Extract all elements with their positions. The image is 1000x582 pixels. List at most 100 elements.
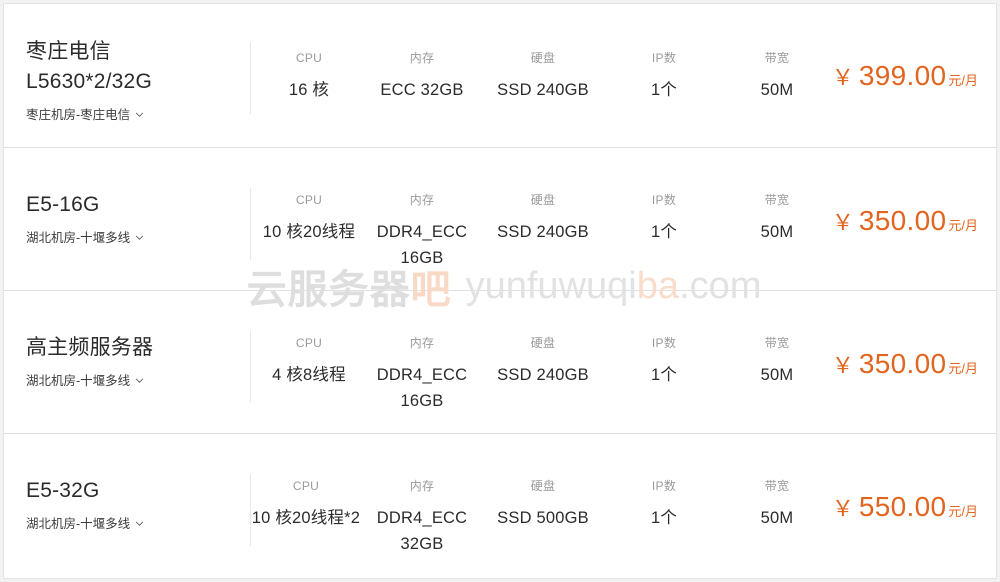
page-background: 枣庄电信 L5630*2/32G 枣庄机房-枣庄电信 CPU 16 核 内存 E… [0, 0, 1000, 582]
spec-ip: IP数 1个 [624, 50, 704, 103]
price-amount: 399.00 [858, 60, 947, 91]
spec-disk: 硬盘 SSD 240GB [473, 192, 613, 245]
region-label: 湖北机房-十堰多线 [26, 374, 131, 388]
spec-cpu-label: CPU [295, 336, 323, 350]
region-label: 枣庄机房-枣庄电信 [26, 108, 131, 122]
price-unit: 元/月 [948, 361, 978, 376]
region-selector[interactable]: 湖北机房-十堰多线 [26, 515, 144, 533]
spec-ip-value: 1个 [650, 223, 678, 241]
spec-bandwidth: 带宽 50M [732, 50, 822, 103]
plan-title-line2: L5630*2/32G [26, 70, 152, 93]
spec-ip: IP数 1个 [624, 335, 704, 388]
chevron-down-icon [135, 519, 144, 528]
price-amount: 550.00 [858, 491, 947, 522]
spec-memory: 内存 DDR4_ECC 16GB [362, 335, 482, 414]
price-unit: 元/月 [948, 504, 978, 519]
plan-title-line1: 高主频服务器 [26, 336, 154, 359]
spec-memory-value: ECC 32GB [380, 81, 464, 99]
chevron-down-icon [135, 233, 144, 242]
spec-bandwidth-label: 带宽 [764, 193, 790, 207]
spec-disk-label: 硬盘 [530, 336, 556, 350]
spec-memory-label: 内存 [409, 51, 435, 65]
price-amount: 350.00 [858, 348, 947, 379]
spec-bandwidth: 带宽 50M [732, 478, 822, 531]
spec-ip-value: 1个 [650, 509, 678, 527]
spec-cpu-value: 16 核 [288, 81, 330, 99]
spec-disk-value: SSD 240GB [497, 223, 589, 241]
currency-symbol: ￥ [831, 65, 854, 90]
spec-cpu-label: CPU [295, 193, 323, 207]
plan-row[interactable]: 枣庄电信 L5630*2/32G 枣庄机房-枣庄电信 CPU 16 核 内存 E… [4, 4, 996, 148]
spec-cpu-value: 10 核20线程 [262, 223, 356, 241]
region-label: 湖北机房-十堰多线 [26, 517, 131, 531]
spec-cpu: CPU 4 核8线程 [244, 335, 374, 388]
spec-memory-value: DDR4_ECC 16GB [376, 223, 468, 267]
spec-disk: 硬盘 SSD 240GB [473, 335, 613, 388]
price-amount: 350.00 [858, 205, 947, 236]
spec-disk-value: SSD 240GB [497, 81, 589, 99]
spec-cpu-value: 4 核8线程 [272, 366, 346, 384]
spec-ip: IP数 1个 [624, 192, 704, 245]
spec-disk-label: 硬盘 [530, 51, 556, 65]
plan-price: ￥ 350.00 元/月 [832, 205, 978, 237]
region-selector[interactable]: 枣庄机房-枣庄电信 [26, 106, 144, 124]
spec-memory-label: 内存 [409, 193, 435, 207]
spec-ip-value: 1个 [650, 81, 678, 99]
plan-price: ￥ 550.00 元/月 [832, 491, 978, 523]
spec-bandwidth-label: 带宽 [764, 479, 790, 493]
spec-ip-label: IP数 [651, 479, 677, 493]
spec-bandwidth-value: 50M [760, 509, 794, 527]
plan-name-block: E5-32G 湖北机房-十堰多线 [26, 476, 144, 533]
spec-bandwidth: 带宽 50M [732, 335, 822, 388]
spec-ip-label: IP数 [651, 51, 677, 65]
spec-disk: 硬盘 SSD 500GB [473, 478, 613, 531]
spec-memory-value: DDR4_ECC 32GB [376, 509, 468, 553]
plan-title-line1: E5-32G [26, 479, 100, 502]
plan-price: ￥ 350.00 元/月 [832, 348, 978, 380]
plan-title-line1: 枣庄电信 [26, 40, 111, 63]
spec-memory-label: 内存 [409, 336, 435, 350]
spec-memory-value: DDR4_ECC 16GB [376, 366, 468, 410]
chevron-down-icon [135, 376, 144, 385]
spec-cpu-value: 10 核20线程*2 [251, 509, 361, 527]
spec-bandwidth-value: 50M [760, 223, 794, 241]
spec-disk-label: 硬盘 [530, 479, 556, 493]
spec-memory: 内存 DDR4_ECC 16GB [362, 192, 482, 271]
spec-bandwidth-value: 50M [760, 366, 794, 384]
plan-row[interactable]: 高主频服务器 湖北机房-十堰多线 CPU 4 核8线程 内存 DDR4_ECC … [4, 291, 996, 434]
spec-bandwidth: 带宽 50M [732, 192, 822, 245]
spec-memory-label: 内存 [409, 479, 435, 493]
plan-name-block: E5-16G 湖北机房-十堰多线 [26, 190, 144, 247]
currency-symbol: ￥ [831, 496, 854, 521]
plan-title-line1: E5-16G [26, 193, 100, 216]
spec-disk-value: SSD 500GB [497, 509, 589, 527]
spec-bandwidth-label: 带宽 [764, 51, 790, 65]
currency-symbol: ￥ [831, 210, 854, 235]
spec-disk-label: 硬盘 [530, 193, 556, 207]
spec-ip-label: IP数 [651, 336, 677, 350]
spec-cpu-label: CPU [295, 51, 323, 65]
spec-cpu-label: CPU [292, 479, 320, 493]
spec-disk-value: SSD 240GB [497, 366, 589, 384]
price-unit: 元/月 [948, 73, 978, 88]
spec-cpu: CPU 10 核20线程 [244, 192, 374, 245]
chevron-down-icon [135, 110, 144, 119]
spec-ip-label: IP数 [651, 193, 677, 207]
spec-ip: IP数 1个 [624, 478, 704, 531]
spec-memory: 内存 DDR4_ECC 32GB [362, 478, 482, 557]
server-plan-list-card: 枣庄电信 L5630*2/32G 枣庄机房-枣庄电信 CPU 16 核 内存 E… [3, 3, 997, 579]
region-label: 湖北机房-十堰多线 [26, 231, 131, 245]
region-selector[interactable]: 湖北机房-十堰多线 [26, 229, 144, 247]
plan-name-block: 高主频服务器 湖北机房-十堰多线 [26, 333, 153, 390]
plan-row[interactable]: E5-32G 湖北机房-十堰多线 CPU 10 核20线程*2 内存 DDR4_… [4, 434, 996, 578]
plan-row[interactable]: E5-16G 湖北机房-十堰多线 CPU 10 核20线程 内存 DDR4_EC… [4, 148, 996, 291]
spec-bandwidth-label: 带宽 [764, 336, 790, 350]
spec-cpu: CPU 16 核 [249, 50, 369, 103]
region-selector[interactable]: 湖北机房-十堰多线 [26, 372, 144, 390]
plan-name-block: 枣庄电信 L5630*2/32G 枣庄机房-枣庄电信 [26, 37, 152, 124]
spec-memory: 内存 ECC 32GB [360, 50, 485, 103]
spec-ip-value: 1个 [650, 366, 678, 384]
currency-symbol: ￥ [831, 353, 854, 378]
plan-price: ￥ 399.00 元/月 [832, 60, 978, 92]
spec-cpu: CPU 10 核20线程*2 [246, 478, 366, 531]
